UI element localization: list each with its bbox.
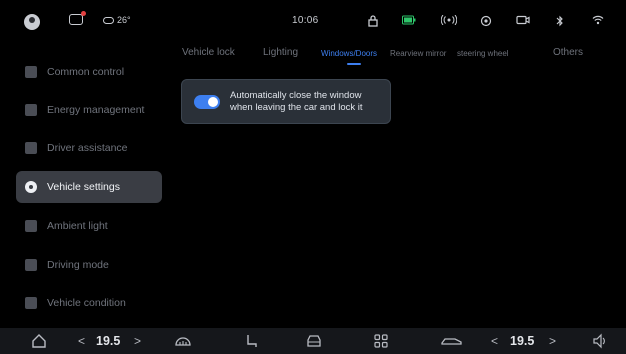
tab-lighting[interactable]: Lighting <box>263 47 298 58</box>
sidebar-item-label: Ambient light <box>47 220 108 232</box>
sidebar-item-label: Common control <box>47 66 125 78</box>
defrost-icon[interactable] <box>174 333 192 353</box>
sidebar-item-driving-mode[interactable]: Driving mode <box>16 249 162 281</box>
settings-icon <box>25 181 37 193</box>
volume-icon[interactable] <box>592 333 608 353</box>
sidebar-item-driver-assistance[interactable]: Driver assistance <box>16 132 162 164</box>
auto-close-window-label: Automatically close the window when leav… <box>230 89 363 113</box>
message-icon[interactable] <box>69 11 86 25</box>
tab-rearview-mirror[interactable]: Rearview mirror <box>390 49 446 58</box>
steering-icon <box>25 259 37 271</box>
status-bar: 26° 10:06 <box>0 0 626 42</box>
monitor-icon <box>25 297 37 309</box>
left-temp-decrease-button[interactable]: < <box>78 333 85 349</box>
user-avatar-icon[interactable] <box>24 14 40 30</box>
weather: 26° <box>103 15 131 25</box>
sidebar-item-common-control[interactable]: Common control <box>16 56 162 88</box>
battery-icon <box>402 15 416 29</box>
camera-icon <box>516 15 530 29</box>
tab-steering-wheel[interactable]: steering wheel <box>457 49 509 58</box>
tab-windows-doors[interactable]: Windows/Doors <box>321 49 377 58</box>
tab-others[interactable]: Others <box>553 47 583 58</box>
auto-close-window-setting: Automatically close the window when leav… <box>181 79 391 124</box>
sidebar-item-vehicle-settings[interactable]: Vehicle settings <box>16 171 162 203</box>
apps-icon[interactable] <box>373 333 389 353</box>
right-temp-increase-button[interactable]: > <box>549 333 556 349</box>
home-icon[interactable] <box>31 333 47 353</box>
car-icon <box>25 142 37 154</box>
broadcast-icon <box>440 14 458 29</box>
weather-temp: 26° <box>117 15 131 25</box>
tab-vehicle-lock[interactable]: Vehicle lock <box>182 47 235 58</box>
sidebar-item-label: Driving mode <box>47 259 109 271</box>
active-tab-indicator <box>347 63 361 65</box>
wifi-icon <box>592 15 604 29</box>
left-temp-increase-button[interactable]: > <box>134 333 141 349</box>
seat-icon[interactable] <box>244 333 260 353</box>
car-side-icon[interactable] <box>440 333 464 353</box>
left-temp-value: 19.5 <box>96 334 121 348</box>
grid-icon <box>25 66 37 78</box>
sidebar-item-label: Driver assistance <box>47 142 128 154</box>
sidebar-item-label: Energy management <box>47 104 145 116</box>
bottom-bar: < 19.5 > < 19.5 > <box>0 328 626 354</box>
sidebar-item-energy-management[interactable]: Energy management <box>16 94 162 126</box>
sidebar-item-label: Vehicle condition <box>47 297 126 309</box>
battery-icon <box>25 104 37 116</box>
bluetooth-icon <box>556 15 564 31</box>
location-icon <box>480 15 492 31</box>
clock: 10:06 <box>292 15 319 26</box>
lock-icon <box>368 15 378 31</box>
auto-close-window-toggle[interactable] <box>194 94 220 109</box>
right-temp-decrease-button[interactable]: < <box>491 333 498 349</box>
bulb-icon <box>25 220 37 232</box>
right-temp-value: 19.5 <box>510 334 535 348</box>
sidebar-item-vehicle-condition[interactable]: Vehicle condition <box>16 287 162 319</box>
sidebar-item-ambient-light[interactable]: Ambient light <box>16 210 162 242</box>
sidebar-item-label: Vehicle settings <box>47 181 120 193</box>
toggle-knob <box>208 96 218 107</box>
cloud-icon <box>103 16 114 24</box>
car-front-icon[interactable] <box>305 333 323 353</box>
